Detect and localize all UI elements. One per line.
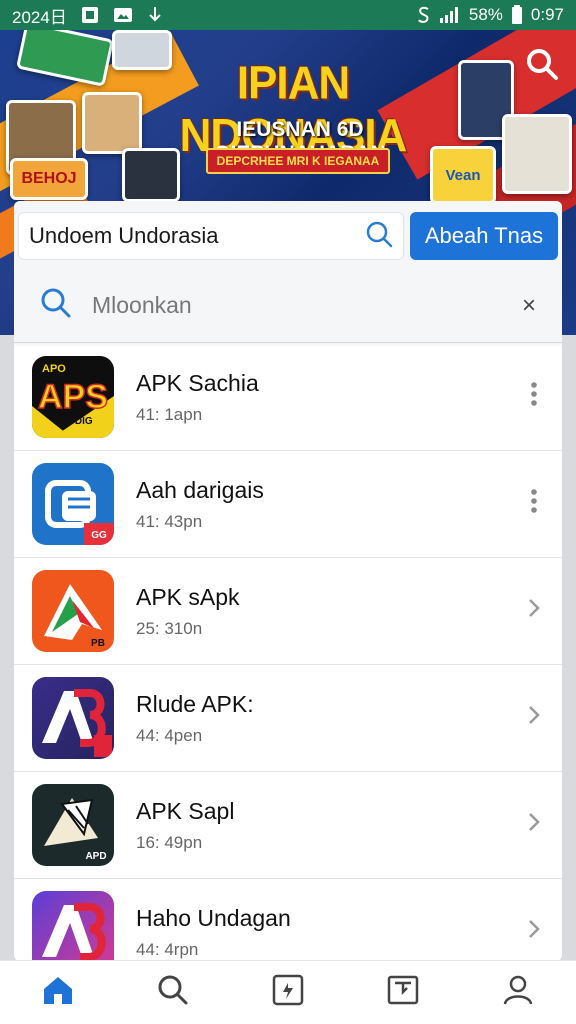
app-icon (32, 677, 114, 759)
status-bar: 2024日 58% 0:97 (0, 0, 576, 30)
app-icon: APS APO HEGDIG (32, 356, 114, 438)
nav-library[interactable] (373, 963, 433, 1023)
nav-search[interactable] (143, 963, 203, 1023)
nav-home[interactable] (28, 963, 88, 1023)
list-item[interactable]: PB APK sApk 25: 310n (14, 558, 562, 665)
app-name: APK Sachia (136, 369, 259, 396)
close-icon[interactable]: × (522, 292, 536, 320)
app-time: 44: 4rpn (136, 939, 199, 959)
app-icon: GG (32, 463, 114, 545)
aps-logo-icon: APS APO HEGDIG (32, 363, 114, 438)
app-name: APK sApk (136, 583, 240, 610)
app-time: 16: 49pn (136, 832, 203, 852)
nav-add[interactable] (258, 963, 318, 1023)
filter-input-placeholder[interactable]: Mloonkan (92, 292, 522, 319)
clock: 0:97 (530, 5, 564, 24)
app-name: Aah darigais (136, 476, 264, 503)
search-field[interactable]: Undoem Undorasia (18, 212, 404, 260)
chevron-right-icon[interactable] (514, 704, 554, 733)
app-time: 41: 1apn (136, 404, 203, 424)
battery-icon (511, 5, 523, 25)
svg-text:GG: GG (91, 530, 107, 541)
svg-text:APO: APO (42, 363, 66, 375)
search-icon (157, 974, 189, 1011)
filter-search-bar[interactable]: Mloonkan × (14, 269, 562, 343)
list-item[interactable]: GG Aah darigais 41: 43pn (14, 451, 562, 558)
chevron-right-icon[interactable] (514, 918, 554, 947)
app-name: Haho Undagan (136, 904, 291, 931)
user-icon (502, 974, 534, 1011)
app-time: 44: 4pen (136, 725, 203, 745)
search-icon (40, 287, 72, 324)
battery-percent: 58% (468, 5, 503, 24)
app-time: 25: 310n (136, 618, 203, 638)
sail-logo-icon: APD (44, 798, 107, 862)
search-input-value[interactable]: Undoem Undorasia (29, 223, 365, 249)
svg-text:APD: APD (85, 851, 106, 862)
app-text: Aah darigais 41: 43pn (136, 477, 514, 532)
list-item[interactable]: Haho Undagan 44: 4rpn (14, 879, 562, 961)
notification-box-icon (81, 6, 99, 24)
app-text: APK Sapl 16: 49pn (136, 798, 514, 853)
app-icon: APD (32, 784, 114, 866)
home-icon (41, 974, 75, 1011)
banner-tag: DEPCRHEE MRI K IEGANAA (206, 148, 390, 174)
apk-logo-icon: PB (44, 584, 105, 649)
document-app-icon: GG (45, 480, 114, 545)
app-text: APK sApk 25: 310n (136, 584, 514, 639)
app-list-panel: Undoem Undorasia Abeah Tnas Mloonkan × A… (14, 201, 562, 961)
app-icon: PB (32, 570, 114, 652)
banner-search-button[interactable] (516, 40, 568, 92)
svg-text:HEGDIG: HEGDIG (53, 416, 93, 427)
list-item[interactable]: APD APK Sapl 16: 49pn (14, 772, 562, 879)
list-item[interactable]: Rlude APK: 44: 4pen (14, 665, 562, 772)
download-icon (147, 6, 163, 24)
network-s-icon (417, 6, 431, 24)
chevron-right-icon[interactable] (514, 597, 554, 626)
banner-badge-left: BEHOJ (21, 170, 77, 187)
app-text: Rlude APK: 44: 4pen (136, 691, 514, 746)
bottom-navigation (0, 960, 576, 1024)
search-button[interactable]: Abeah Tnas (410, 212, 558, 260)
nav-profile[interactable] (488, 963, 548, 1023)
banner-card-image (502, 114, 572, 194)
add-box-icon (272, 974, 304, 1011)
app-icon (32, 891, 114, 961)
more-vert-icon[interactable] (514, 488, 554, 521)
app-name: Rlude APK: (136, 690, 254, 717)
chevron-right-icon[interactable] (514, 811, 554, 840)
banner-badge-right: Vean (445, 166, 481, 184)
ab-gradient-logo-icon (42, 903, 106, 961)
library-icon (387, 974, 419, 1011)
search-icon[interactable] (365, 220, 393, 253)
search-row: Undoem Undorasia Abeah Tnas (14, 201, 562, 269)
more-vert-icon[interactable] (514, 381, 554, 414)
app-time: 41: 43pn (136, 511, 203, 531)
signal-icon (439, 6, 461, 24)
app-text: Haho Undagan 44: 4rpn (136, 905, 514, 960)
banner-card-image: BEHOJ (10, 158, 88, 200)
search-icon (525, 47, 559, 86)
list-item[interactable]: APS APO HEGDIG APK Sachia 41: 1apn (14, 344, 562, 451)
svg-text:PB: PB (91, 638, 105, 649)
image-notification-icon (113, 6, 133, 24)
status-date: 2024日 (12, 7, 67, 27)
banner-card-image (15, 30, 115, 87)
ab-logo-icon (42, 689, 112, 757)
app-name: APK Sapl (136, 797, 235, 824)
app-text: APK Sachia 41: 1apn (136, 370, 514, 425)
svg-text:APS: APS (38, 378, 108, 416)
app-list: APS APO HEGDIG APK Sachia 41: 1apn GG Aa… (14, 344, 562, 961)
